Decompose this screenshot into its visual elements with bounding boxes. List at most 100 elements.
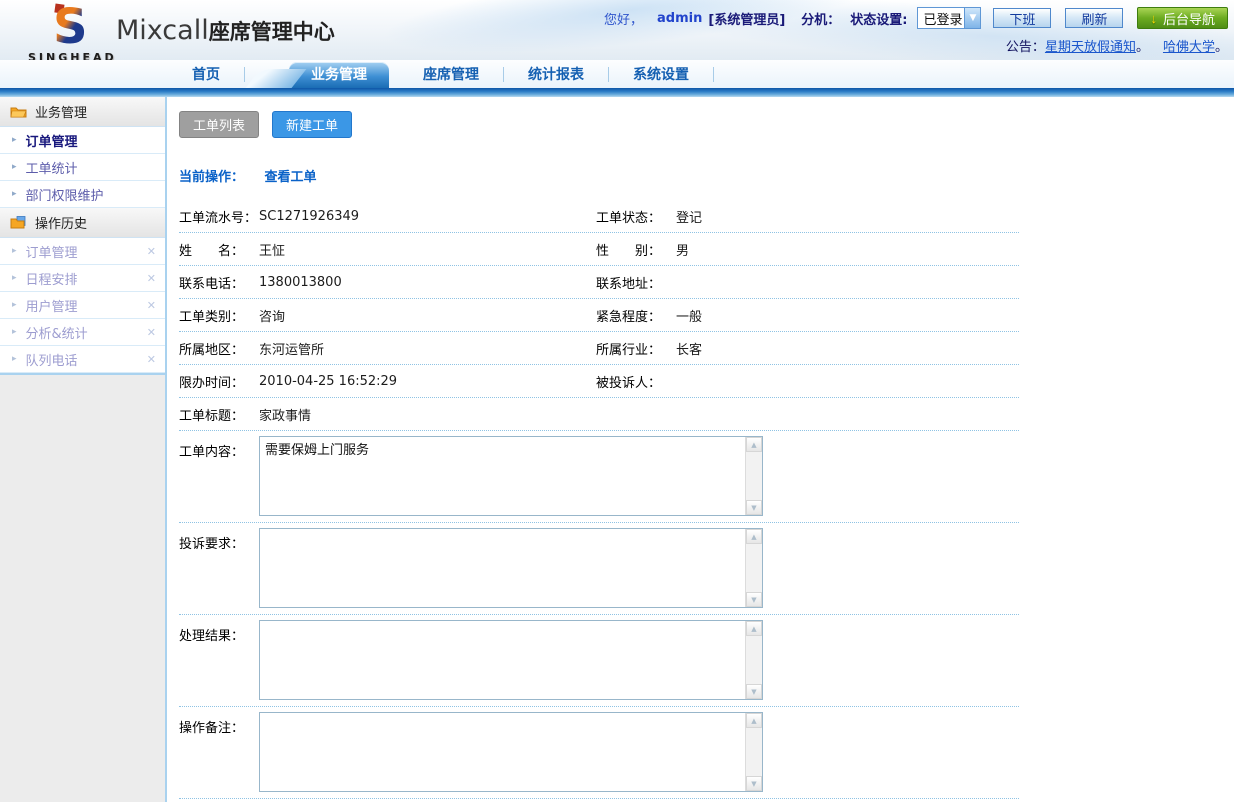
- header: S SINGHEAD Mixcall座席管理中心 您好， admin [系统管理…: [0, 0, 1234, 60]
- textarea-scrollbar[interactable]: ▲ ▼: [745, 529, 762, 607]
- backend-nav-button[interactable]: ↓ 后台导航: [1137, 7, 1228, 29]
- contact-phone-value: 1380013800: [259, 275, 596, 290]
- current-operation: 当前操作： 查看工单: [179, 166, 1234, 185]
- workorder-category-value: 咨询: [259, 306, 596, 325]
- field-label: 性 别：: [596, 240, 676, 259]
- main-content: 工单列表 新建工单 当前操作： 查看工单 工单流水号： SC1271926349…: [167, 97, 1234, 802]
- close-icon[interactable]: ✕: [147, 272, 156, 285]
- tab-business-management-active[interactable]: 业务管理: [289, 62, 389, 88]
- bullet-arrow-icon: ▸: [12, 300, 17, 310]
- textarea-scrollbar[interactable]: ▲ ▼: [745, 621, 762, 699]
- form-row-title: 工单标题： 家政事情: [179, 398, 1019, 431]
- sidebar-section-title: 业务管理: [35, 102, 87, 121]
- sidebar-section-business[interactable]: 业务管理: [0, 97, 165, 127]
- form-row-name-gender: 姓 名： 王怔 性 别： 男: [179, 233, 1019, 266]
- workorder-title-value: 家政事情: [259, 405, 1019, 424]
- bullet-arrow-icon: ▸: [12, 354, 17, 364]
- svg-text:S: S: [53, 3, 88, 47]
- textarea-scrollbar[interactable]: ▲ ▼: [745, 437, 762, 515]
- history-item-label: 日程安排: [26, 269, 78, 288]
- textarea-value: [261, 714, 744, 790]
- field-label: 被投诉人：: [596, 372, 676, 391]
- field-label: 投诉要求：: [179, 528, 259, 552]
- form-row-complaint-request: 投诉要求： ▲ ▼: [179, 523, 1019, 615]
- notice-link-harvard[interactable]: 哈佛大学: [1163, 40, 1215, 55]
- workorder-content-textarea[interactable]: 需要保姆上门服务 ▲ ▼: [259, 436, 763, 516]
- scroll-up-icon[interactable]: ▲: [746, 529, 762, 544]
- operation-note-textarea[interactable]: ▲ ▼: [259, 712, 763, 792]
- form-row-operation-note: 操作备注： ▲ ▼: [179, 707, 1019, 799]
- scroll-down-icon[interactable]: ▼: [746, 500, 762, 515]
- nav-divider-bar: [0, 88, 1234, 97]
- sidebar-section-title: 操作历史: [35, 213, 87, 232]
- form-row-phone-address: 联系电话： 1380013800 联系地址：: [179, 266, 1019, 299]
- tab-system-settings[interactable]: 系统设置: [609, 62, 713, 88]
- notice-label: 公告：: [1006, 40, 1045, 55]
- page: S SINGHEAD Mixcall座席管理中心 您好， admin [系统管理…: [0, 0, 1234, 802]
- main-nav: 首页 业务管理 座席管理 统计报表 系统设置: [0, 60, 1234, 88]
- singhead-logo: S SINGHEAD: [28, 3, 117, 60]
- close-icon[interactable]: ✕: [147, 326, 156, 339]
- scroll-up-icon[interactable]: ▲: [746, 621, 762, 636]
- extension-label: 分机：: [801, 9, 840, 28]
- history-item-analysis-stats[interactable]: ▸ 分析&统计 ✕: [0, 319, 165, 346]
- field-label: 联系电话：: [179, 273, 259, 292]
- field-label: 限办时间：: [179, 372, 259, 391]
- bullet-arrow-icon: ▸: [12, 162, 17, 172]
- sidebar-item-order-management[interactable]: ▸ 订单管理: [0, 127, 165, 154]
- tab-statistics-report[interactable]: 统计报表: [504, 62, 608, 88]
- field-label: 操作备注：: [179, 712, 259, 736]
- customer-name-value: 王怔: [259, 240, 596, 259]
- tab-agent-management[interactable]: 座席管理: [399, 62, 503, 88]
- scroll-down-icon[interactable]: ▼: [746, 684, 762, 699]
- workorder-serial-value: SC1271926349: [259, 209, 596, 224]
- history-item-schedule[interactable]: ▸ 日程安排 ✕: [0, 265, 165, 292]
- scroll-down-icon[interactable]: ▼: [746, 776, 762, 791]
- field-label: 工单类别：: [179, 306, 259, 325]
- header-right: 您好， admin [系统管理员] 分机： 状态设置: 已登录 ▼ 下班 刷新 …: [604, 7, 1228, 55]
- sidebar-item-label: 部门权限维护: [26, 185, 104, 204]
- field-label: 处理结果：: [179, 620, 259, 644]
- active-tab-label: 业务管理: [311, 67, 367, 83]
- sidebar-item-workorder-stats[interactable]: ▸ 工单统计: [0, 154, 165, 181]
- complaint-request-textarea[interactable]: ▲ ▼: [259, 528, 763, 608]
- tab-separator: [713, 67, 714, 82]
- form-row-handle-result: 处理结果： ▲ ▼: [179, 615, 1019, 707]
- notice-link-holiday[interactable]: 星期天放假通知: [1045, 40, 1136, 55]
- history-folder-icon: [10, 216, 27, 229]
- close-icon[interactable]: ✕: [147, 299, 156, 312]
- history-item-queue-calls[interactable]: ▸ 队列电话 ✕: [0, 346, 165, 373]
- textarea-scrollbar[interactable]: ▲ ▼: [745, 713, 762, 791]
- tab-home[interactable]: 首页: [168, 62, 244, 88]
- close-icon[interactable]: ✕: [147, 245, 156, 258]
- user-info-bar: 您好， admin [系统管理员] 分机： 状态设置: 已登录 ▼ 下班 刷新 …: [604, 7, 1228, 29]
- chevron-down-icon: ▼: [964, 8, 980, 28]
- scroll-down-icon[interactable]: ▼: [746, 592, 762, 607]
- bullet-arrow-icon: ▸: [12, 273, 17, 283]
- status-select-value: 已登录: [923, 9, 962, 28]
- new-workorder-button[interactable]: 新建工单: [272, 111, 352, 138]
- sidebar-item-department-permissions[interactable]: ▸ 部门权限维护: [0, 181, 165, 208]
- refresh-button[interactable]: 刷新: [1065, 8, 1123, 28]
- scroll-up-icon[interactable]: ▲: [746, 713, 762, 728]
- close-icon[interactable]: ✕: [147, 353, 156, 366]
- history-item-user-management[interactable]: ▸ 用户管理 ✕: [0, 292, 165, 319]
- page-title: Mixcall座席管理中心: [116, 15, 335, 46]
- status-select[interactable]: 已登录 ▼: [917, 7, 981, 29]
- workorder-list-button[interactable]: 工单列表: [179, 111, 259, 138]
- sidebar-section-history[interactable]: 操作历史: [0, 208, 165, 238]
- history-item-order-management[interactable]: ▸ 订单管理 ✕: [0, 238, 165, 265]
- field-label: 工单内容：: [179, 436, 259, 460]
- scroll-up-icon[interactable]: ▲: [746, 437, 762, 452]
- gender-value: 男: [676, 240, 1019, 259]
- field-label: 所属地区：: [179, 339, 259, 358]
- workorder-form: 工单流水号： SC1271926349 工单状态： 登记 姓 名： 王怔 性 别…: [179, 200, 1019, 802]
- status-label: 状态设置:: [850, 9, 907, 28]
- handle-result-textarea[interactable]: ▲ ▼: [259, 620, 763, 700]
- region-value: 东河运管所: [259, 339, 596, 358]
- textarea-value: [261, 622, 744, 698]
- tab-separator: [244, 67, 245, 82]
- sidebar-filler: [0, 375, 165, 802]
- deadline-value: 2010-04-25 16:52:29: [259, 374, 596, 389]
- off-duty-button[interactable]: 下班: [993, 8, 1051, 28]
